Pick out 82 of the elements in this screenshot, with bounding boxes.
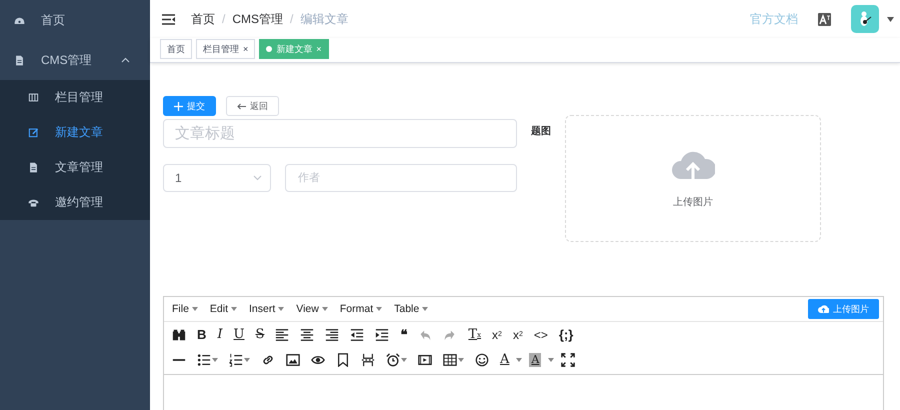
edit-icon [28,127,39,138]
table-icon[interactable] [443,352,457,366]
menu-item[interactable]: Edit [206,303,242,315]
film-icon[interactable] [418,352,432,366]
menu-item[interactable]: Insert [245,303,288,315]
field-label: 题图 [531,124,551,139]
breadcrumb-link[interactable]: CMS管理 [232,10,284,28]
columns-icon [28,92,39,103]
tab-label: 新建文章 [276,42,312,56]
image-icon[interactable] [286,352,300,366]
tab[interactable]: 栏目管理 × [196,39,256,59]
breadcrumb-separator: / [290,12,294,26]
caret-icon[interactable] [887,16,894,22]
close-icon[interactable]: × [243,44,248,54]
plus-icon [174,102,183,110]
font-size-icon[interactable] [818,12,831,26]
text-color-button[interactable]: A [496,348,514,370]
back-button[interactable]: 返回 [226,96,279,116]
category-select[interactable]: 1 [163,164,271,192]
code-sample-button[interactable]: {;} [554,324,578,346]
caret-icon [244,358,250,362]
outdent-icon[interactable] [350,328,364,342]
link-icon[interactable] [261,352,275,366]
bookmark-icon[interactable] [336,352,350,366]
bold-button[interactable]: B [193,324,210,346]
strikethrough-button[interactable]: S [252,324,268,346]
binoculars-icon[interactable] [172,328,186,342]
caret-icon [212,358,218,362]
indent-icon[interactable] [375,328,390,342]
caret-icon [458,358,464,362]
document-icon [14,54,25,66]
align-center-icon[interactable] [300,328,314,342]
caret-icon [548,358,554,362]
align-right-icon[interactable] [325,328,340,342]
breadcrumb-separator: / [222,12,226,26]
tab-label: 栏目管理 [203,42,239,56]
submenu-item[interactable]: 栏目管理 [0,80,150,115]
caret-icon [192,307,198,311]
italic-button[interactable]: I [213,324,227,346]
caret-icon [278,307,284,311]
caret-icon [422,307,428,311]
image-upload[interactable]: 上传图片 [565,115,821,242]
menu-item[interactable]: View [292,303,332,315]
bullet-list-icon[interactable] [197,352,211,366]
page-break-icon[interactable] [361,352,375,366]
smiley-icon[interactable] [475,352,489,366]
breadcrumb-current: 编辑文章 [300,10,348,28]
caret-icon [376,307,382,311]
menu-icon[interactable] [162,14,175,24]
telephone-icon [28,197,39,208]
sidebar-item[interactable]: 首页 [0,0,150,40]
breadcrumb-link[interactable]: 首页 [191,10,215,28]
menu-item[interactable]: File [168,303,202,315]
tab-label: 首页 [167,42,185,56]
underline-button[interactable]: U [230,324,248,346]
alarm-clock-icon[interactable] [386,352,400,366]
fullscreen-icon[interactable] [561,352,576,366]
submenu-item[interactable]: 文章管理 [0,150,150,185]
caret-icon [516,358,522,362]
sidebar-item[interactable]: CMS管理 [0,40,150,80]
blockquote-button[interactable]: ❝ [396,324,412,346]
document-icon [28,162,39,173]
menu-item[interactable]: Table [390,303,432,315]
numbered-list-icon[interactable] [229,352,243,366]
tab[interactable]: 首页 [160,39,192,59]
submenu-item[interactable]: 新建文章 [0,115,150,150]
avatar[interactable] [851,5,879,33]
cloud-upload-icon [818,305,829,313]
arrow-left-icon [237,102,246,110]
code-button[interactable]: <> [530,324,552,346]
superscript-button[interactable]: x$^{2}$ [508,324,527,346]
align-left-icon[interactable] [275,328,290,342]
submenu-item[interactable]: 邀约管理 [0,185,150,220]
author-field[interactable]: 作者 [285,164,517,192]
caret-icon [401,358,407,362]
menu-item[interactable]: Format [336,303,386,315]
background-color-button[interactable]: A [529,352,542,366]
active-dot [266,46,272,52]
chevron-down-icon [253,175,262,181]
caret-icon [322,307,328,311]
title-field[interactable]: 文章标题 [163,119,517,148]
caret-icon [231,307,238,311]
